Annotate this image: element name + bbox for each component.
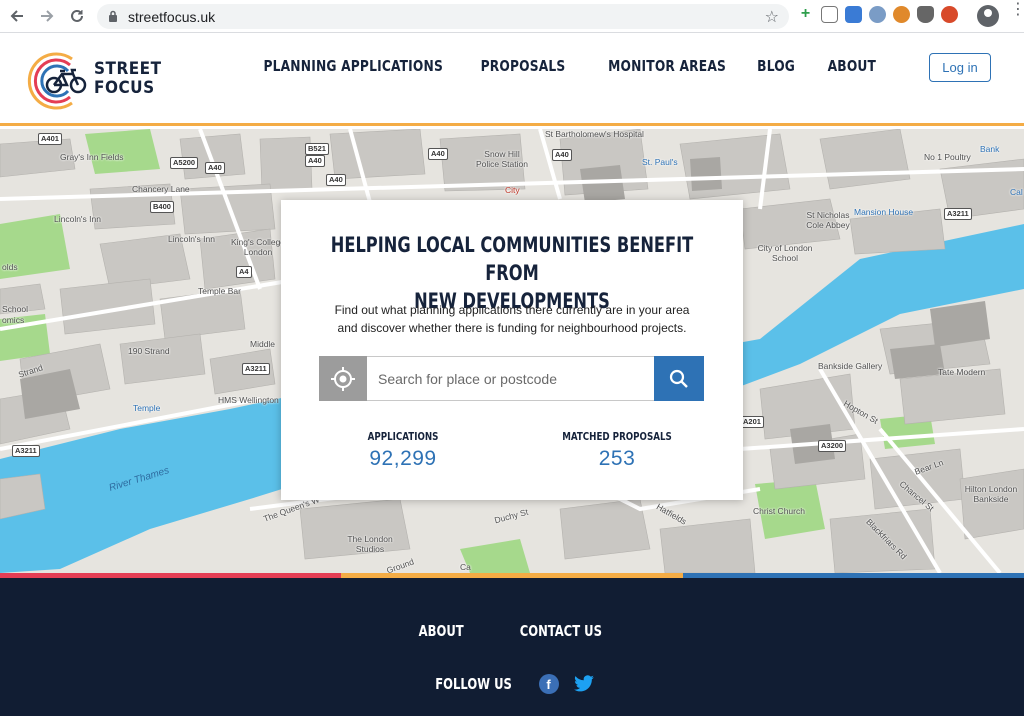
road-shield: A201 xyxy=(740,416,764,428)
map-label: City of London School xyxy=(757,243,813,263)
nav-about[interactable]: ABOUT xyxy=(828,57,876,75)
road-shield: A3200 xyxy=(818,440,847,452)
road-shield: A40 xyxy=(205,162,225,174)
menu-kebab-icon[interactable]: ⋮ xyxy=(1010,2,1024,18)
main-nav: PLANNING APPLICATIONS PROPOSALS MONITOR … xyxy=(239,57,876,75)
star-icon[interactable]: ☆ xyxy=(765,7,779,27)
road-shield: A3211 xyxy=(944,208,972,220)
street-focus-logo[interactable]: STREET FOCUS xyxy=(26,51,161,111)
map-label: Lincoln's Inn xyxy=(168,234,215,244)
profile-avatar[interactable] xyxy=(977,5,999,27)
facebook-icon[interactable]: f xyxy=(538,674,559,694)
extension-plus-icon[interactable]: + xyxy=(797,6,814,23)
extension-bike-icon[interactable] xyxy=(941,6,958,23)
footer-contact-link[interactable]: CONTACT US xyxy=(520,622,602,640)
nav-blog[interactable]: BLOG xyxy=(757,57,795,75)
road-shield: A40 xyxy=(552,149,572,161)
map-label: Temple Bar xyxy=(198,286,241,296)
crosshair-icon xyxy=(331,366,355,391)
road-shield: B400 xyxy=(150,201,174,213)
map-label: Tate Modern xyxy=(938,367,986,377)
browser-toolbar: streetfocus.uk ☆ + ⋮ xyxy=(0,0,1024,33)
map-label: HMS Wellington xyxy=(218,395,279,405)
map-label: Bank xyxy=(980,144,1000,154)
follow-label: FOLLOW US xyxy=(435,675,513,693)
map-label: King's College London xyxy=(230,237,286,257)
extension-badge-icon[interactable] xyxy=(893,6,910,23)
map-label: City xyxy=(505,185,520,195)
stat-value: 92,299 xyxy=(369,447,437,470)
stat-label: APPLICATIONS xyxy=(367,430,439,443)
follow-us: FOLLOW US f xyxy=(0,674,1024,694)
road-shield: A5200 xyxy=(170,157,199,169)
stat-label: MATCHED PROPOSALS xyxy=(562,430,672,443)
geolocate-button[interactable] xyxy=(319,356,367,401)
forward-button[interactable] xyxy=(36,5,58,27)
search-input[interactable] xyxy=(367,356,654,401)
reload-icon xyxy=(71,9,83,22)
search-button[interactable] xyxy=(654,356,704,401)
map-label: omics xyxy=(2,315,25,325)
road-shield: A40 xyxy=(428,148,448,160)
map-label: Cal xyxy=(1010,187,1023,197)
arrow-right-icon xyxy=(41,10,54,22)
site-footer: ABOUT CONTACT US FOLLOW US f xyxy=(0,578,1024,716)
search-icon xyxy=(669,369,688,388)
stat-value: 253 xyxy=(598,447,636,470)
hero-card: HELPING LOCAL COMMUNITIES BENEFIT FROM N… xyxy=(281,200,743,500)
map-label: Bankside Gallery xyxy=(818,361,883,371)
footer-about-link[interactable]: ABOUT xyxy=(419,622,464,640)
nav-proposals[interactable]: PROPOSALS xyxy=(481,57,566,75)
map-label: St Bartholomew's Hospital xyxy=(545,129,644,139)
map-label: Chancery Lane xyxy=(132,184,190,194)
search-bar xyxy=(319,356,704,401)
road-shield: A3211 xyxy=(242,363,270,375)
address-bar[interactable]: streetfocus.uk ☆ xyxy=(97,4,789,29)
road-shield: A40 xyxy=(326,174,346,186)
hero-description: Find out what planning applications ther… xyxy=(334,303,690,335)
twitter-icon[interactable] xyxy=(573,674,595,694)
extension-globe-icon[interactable] xyxy=(869,6,886,23)
map-label: Hilton London Bankside xyxy=(964,484,1018,504)
road-shield: A401 xyxy=(38,133,62,145)
map-label: The London Studios xyxy=(347,534,393,554)
reload-button[interactable] xyxy=(66,5,88,27)
url-text: streetfocus.uk xyxy=(128,8,216,25)
road-shield: A4 xyxy=(236,266,252,278)
arrow-left-icon xyxy=(10,10,23,22)
nav-monitor-areas[interactable]: MONITOR AREAS xyxy=(608,57,726,75)
hero-map: Gray's Inn Fields Chancery Lane Lincoln'… xyxy=(0,129,1024,573)
road-shield: B521 xyxy=(305,143,329,155)
map-label: Ca xyxy=(460,562,471,572)
logo-text: STREET FOCUS xyxy=(94,59,162,98)
map-label: Christ Church xyxy=(753,506,805,516)
road-shield: A3211 xyxy=(12,445,40,457)
map-label: Gray's Inn Fields xyxy=(60,152,124,162)
extensions: + xyxy=(797,6,958,23)
map-label: Middle xyxy=(250,339,276,349)
map-label: St. Paul's xyxy=(642,157,678,167)
login-button[interactable]: Log in xyxy=(929,53,991,82)
site-header: STREET FOCUS PLANNING APPLICATIONS PROPO… xyxy=(0,34,1024,126)
extension-note-icon[interactable] xyxy=(821,6,838,23)
map-label: Temple xyxy=(133,403,161,413)
map-label: Mansion House xyxy=(854,207,914,217)
lock-icon xyxy=(107,10,119,24)
stat-matched-proposals: MATCHED PROPOSALS 253 xyxy=(517,430,717,471)
bicycle-logo-icon xyxy=(27,52,87,110)
map-label: Lincoln's Inn xyxy=(54,214,101,224)
map-label: School xyxy=(2,304,28,314)
extension-doc-icon[interactable] xyxy=(845,6,862,23)
extension-shield-icon[interactable] xyxy=(917,6,934,23)
map-label: olds xyxy=(2,262,18,272)
footer-links: ABOUT CONTACT US xyxy=(0,622,1024,640)
road-shield: A40 xyxy=(305,155,325,167)
map-label: 190 Strand xyxy=(128,346,170,356)
stat-applications: APPLICATIONS 92,299 xyxy=(303,430,503,471)
map-label: St Nicholas Cole Abbey xyxy=(806,210,850,230)
nav-planning-applications[interactable]: PLANNING APPLICATIONS xyxy=(264,57,443,75)
map-label: No 1 Poultry xyxy=(924,152,971,162)
map-label: Snow Hill Police Station xyxy=(476,149,528,169)
back-button[interactable] xyxy=(6,5,28,27)
